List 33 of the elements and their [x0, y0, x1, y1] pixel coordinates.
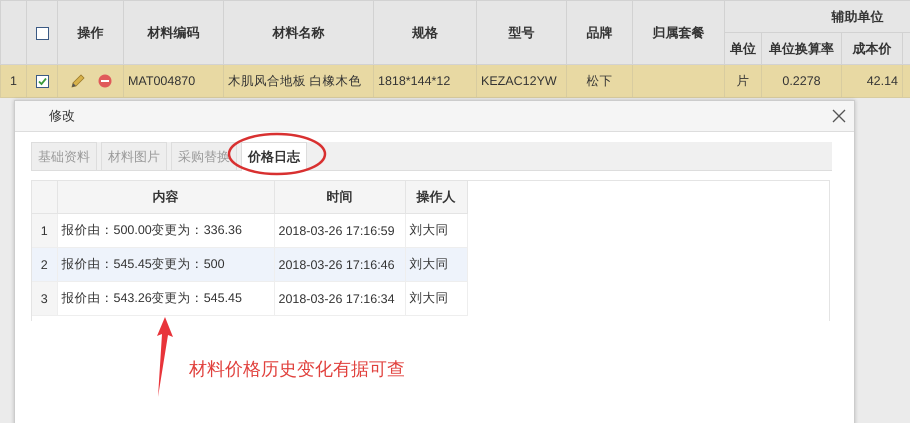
- row-number: 1: [32, 214, 57, 248]
- checkbox[interactable]: [36, 75, 48, 88]
- table-cell: 刘大同: [405, 282, 467, 316]
- table-cell: 木肌风合地板 白橡木色: [224, 64, 374, 98]
- row-number: 1: [0, 64, 26, 98]
- table-cell: 1818*144*12: [374, 64, 476, 98]
- table-cell: 2018-03-26 17:16:46: [274, 248, 405, 282]
- annotation-text: 材料价格历史变化有据可查: [189, 358, 405, 381]
- checkbox[interactable]: [36, 27, 48, 40]
- table-cell: MAT004870: [124, 64, 224, 98]
- tab[interactable]: 价格日志: [241, 142, 307, 171]
- table-cell: 0.2278: [762, 64, 842, 98]
- table-cell: 报价由：545.45变更为：500: [57, 248, 274, 282]
- delete-icon[interactable]: [98, 74, 112, 88]
- table-cell: 刘大同: [405, 248, 467, 282]
- table-cell: 42.14: [842, 64, 902, 98]
- row-number: 2: [32, 248, 57, 282]
- column-group-header: 辅助单位: [724, 0, 910, 32]
- tab[interactable]: 材料图片: [101, 142, 167, 170]
- dialog-title: 修改: [49, 107, 75, 125]
- close-icon[interactable]: [832, 109, 846, 123]
- table-cell: 报价由：543.26变更为：545.45: [57, 282, 274, 316]
- table-cell: 2018-03-26 17:16:34: [274, 282, 405, 316]
- table-cell: 松下: [566, 64, 632, 98]
- table-cell: 片: [724, 64, 762, 98]
- pencil-icon[interactable]: [70, 73, 86, 89]
- tab[interactable]: 采购替换: [171, 142, 237, 170]
- row-number: 3: [32, 282, 57, 316]
- column-header: 内容: [57, 181, 274, 214]
- column-header: 时间: [274, 181, 405, 214]
- table-cell: KEZAC12YW: [476, 64, 566, 98]
- tab[interactable]: 基础资料: [31, 142, 97, 170]
- column-header: 操作人: [405, 181, 467, 214]
